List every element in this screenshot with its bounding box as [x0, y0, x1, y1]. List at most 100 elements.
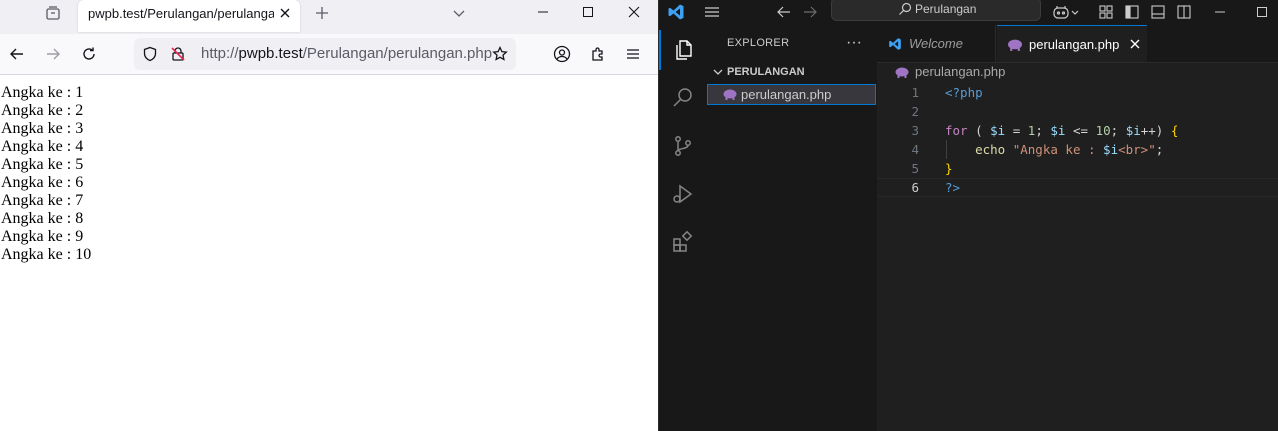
tab-welcome[interactable]: Welcome	[877, 25, 996, 62]
insecure-connection-lock-icon[interactable]	[168, 44, 188, 64]
output-line: Angka ke : 9	[1, 228, 84, 245]
browser-tab-active[interactable]: pwpb.test/Perulangan/perulangan.php	[78, 0, 300, 32]
editor-area: Welcome perulangan.php perulangan.php 1 <…	[877, 25, 1278, 431]
code-line[interactable]: 5}	[877, 159, 1278, 178]
code-line[interactable]: 3 for ( $i = 1; $i <= 10; $i++) {	[877, 121, 1278, 140]
url-text: http://pwpb.test/Perulangan/perulangan.p…	[201, 45, 492, 62]
explorer-file-perulangan-php[interactable]: perulangan.php	[707, 84, 876, 105]
output-line: Angka ke : 3	[1, 120, 84, 137]
tab-perulangan-label: perulangan.php	[1029, 37, 1120, 52]
vscode-maximize-icon[interactable]	[1251, 1, 1273, 23]
account-icon[interactable]	[550, 42, 574, 66]
tracking-protection-shield-icon[interactable]	[140, 44, 160, 64]
command-center-label: Perulangan	[915, 2, 977, 16]
toggle-primary-sidebar-icon[interactable]	[1121, 1, 1143, 23]
forward-icon[interactable]	[41, 42, 65, 66]
code-token: ++)	[1140, 123, 1171, 138]
output-line: Angka ke : 8	[1, 210, 84, 227]
page-content: Angka ke : 1 Angka ke : 2 Angka ke : 3 Angk…	[0, 75, 658, 431]
browser-tab-title: pwpb.test/Perulangan/perulangan.php	[88, 6, 274, 21]
line-number: 1	[911, 85, 919, 100]
folder-perulangan[interactable]: PERULANGAN	[707, 63, 877, 83]
toggle-secondary-sidebar-icon[interactable]	[1173, 1, 1195, 23]
vscode-logo-small-icon	[889, 38, 901, 50]
code-token: echo	[945, 142, 1013, 157]
code-token: ?>	[945, 180, 961, 195]
code-token: 10	[1095, 123, 1111, 138]
code-token: {	[1170, 123, 1179, 138]
chevron-down-icon	[713, 69, 723, 75]
tab-list-icon[interactable]	[42, 2, 64, 24]
php-output: Angka ke : 1 Angka ke : 2 Angka ke : 3 Angk…	[1, 84, 91, 264]
vscode-title-bar: Perulangan	[659, 0, 1278, 25]
line-number: 6	[911, 180, 919, 195]
editor-tabs: Welcome perulangan.php	[877, 25, 1278, 63]
new-tab-icon[interactable]	[312, 3, 332, 23]
close-editor-tab-icon[interactable]	[1128, 37, 1142, 51]
extensions-icon[interactable]	[586, 42, 610, 66]
vscode-window: Perulangan EXPLORER ··· PERULANGAN perul…	[658, 0, 1278, 431]
code-line[interactable]: 6 ?>	[877, 178, 1278, 197]
run-and-debug-icon[interactable]	[659, 174, 707, 214]
code-token: $i	[1103, 142, 1119, 157]
more-actions-icon[interactable]: ···	[844, 33, 864, 53]
bookmark-star-icon[interactable]	[490, 44, 510, 64]
code-token: <br>"	[1118, 142, 1156, 157]
line-number: 4	[911, 142, 919, 157]
close-tab-icon[interactable]	[276, 4, 294, 22]
code-token: =	[1005, 123, 1028, 138]
copilot-icon[interactable]	[1049, 1, 1083, 23]
menu-icon[interactable]	[701, 1, 723, 23]
browser-window: pwpb.test/Perulangan/perulangan.php	[0, 0, 658, 431]
browser-navigation-bar: http://pwpb.test/Perulangan/perulangan.p…	[0, 34, 658, 75]
line-number: 2	[911, 104, 919, 119]
minimize-icon[interactable]	[521, 0, 565, 24]
code-token: "Angka ke :	[1012, 142, 1104, 157]
php-elephant-icon	[1008, 39, 1022, 51]
code-text: for ( $i = 1; $i <= 10; $i++) {	[945, 121, 1178, 140]
toggle-panel-icon[interactable]	[1147, 1, 1169, 23]
go-forward-icon[interactable]	[799, 1, 821, 23]
hamburger-menu-icon[interactable]	[621, 42, 645, 66]
explorer-icon[interactable]	[659, 30, 707, 70]
maximize-icon[interactable]	[566, 0, 610, 24]
code-token: for	[945, 123, 968, 138]
command-center-search[interactable]: Perulangan	[831, 0, 1041, 21]
output-line: Angka ke : 6	[1, 174, 84, 191]
code-text: echo "Angka ke : $i<br>";	[945, 140, 1163, 159]
code-token: $i	[1125, 123, 1141, 138]
php-elephant-icon	[895, 67, 909, 78]
tab-perulangan-php[interactable]: perulangan.php	[997, 25, 1147, 62]
line-number: 3	[911, 123, 919, 138]
search-view-icon[interactable]	[659, 78, 707, 118]
reload-icon[interactable]	[77, 42, 101, 66]
code-text: <?php	[945, 83, 983, 102]
close-window-icon[interactable]	[612, 0, 656, 24]
url-host: pwpb.test	[238, 45, 303, 62]
code-token: <?php	[945, 85, 983, 100]
back-icon[interactable]	[5, 42, 29, 66]
code-token: <=	[1065, 123, 1096, 138]
list-all-tabs-icon[interactable]	[449, 3, 469, 23]
explorer-sidebar: EXPLORER ··· PERULANGAN perulangan.php	[707, 25, 878, 431]
tab-welcome-label: Welcome	[909, 36, 963, 51]
code-token: }	[945, 161, 953, 176]
extensions-view-icon[interactable]	[659, 222, 707, 262]
source-control-icon[interactable]	[659, 126, 707, 166]
code-line[interactable]: 4 echo "Angka ke : $i<br>";	[877, 140, 1278, 159]
go-back-icon[interactable]	[773, 1, 795, 23]
code-line[interactable]: 2	[877, 102, 1278, 121]
browser-tab-bar: pwpb.test/Perulangan/perulangan.php	[0, 0, 658, 34]
vscode-minimize-icon[interactable]	[1209, 1, 1231, 23]
code-editor[interactable]: 1 <?php 2 3 for ( $i = 1; $i <= 10; $i++) {4…	[877, 83, 1278, 197]
folder-name: PERULANGAN	[727, 66, 805, 78]
code-line[interactable]: 1 <?php	[877, 83, 1278, 102]
code-token: ;	[1110, 123, 1126, 138]
line-number: 5	[911, 161, 919, 176]
code-token: ;	[1155, 142, 1164, 157]
activity-bar	[659, 25, 708, 431]
address-bar[interactable]: http://pwpb.test/Perulangan/perulangan.p…	[134, 38, 516, 70]
customize-layout-icon[interactable]	[1095, 1, 1117, 23]
code-text: }	[945, 159, 953, 178]
output-line: Angka ke : 7	[1, 192, 84, 209]
